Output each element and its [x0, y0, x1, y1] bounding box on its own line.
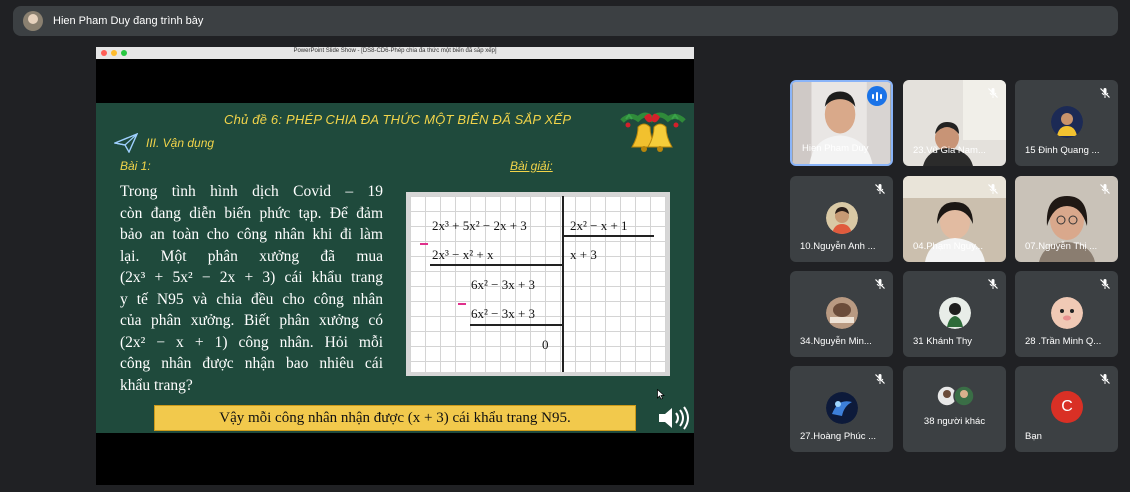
- participant-avatar: [939, 297, 971, 329]
- participant-avatar: [826, 297, 858, 329]
- paper-plane-icon: [114, 133, 138, 153]
- remainder-1: 6x² − 3x + 3: [471, 277, 536, 292]
- others-count: 38 người khác: [923, 416, 986, 427]
- mic-muted-icon: [988, 184, 998, 194]
- participant-name: 28 .Trần Minh Q...: [1025, 336, 1102, 347]
- speaking-indicator-icon: [867, 86, 887, 106]
- mic-muted-icon: [1100, 374, 1110, 384]
- slide: Chủ đề 6: PHÉP CHIA ĐA THỨC MỘT BIẾN ĐÃ …: [96, 103, 694, 433]
- dividend: 2x³ + 5x² − 2x + 3: [432, 218, 527, 233]
- solution-label: Bài giải:: [510, 159, 553, 173]
- lesson-title: Bài 1:: [120, 159, 151, 173]
- participant-tile[interactable]: 10.Nguyễn Anh ...: [790, 176, 893, 262]
- participant-name: 07.Nguyễn Thị ...: [1025, 241, 1098, 252]
- participant-tile[interactable]: 04.Phạm Nguy...: [903, 176, 1006, 262]
- participant-tile[interactable]: 27.Hoàng Phúc ...: [790, 366, 893, 452]
- participant-name: 04.Phạm Nguy...: [913, 241, 984, 252]
- participant-name: 27.Hoàng Phúc ...: [800, 431, 877, 442]
- mic-muted-icon: [1100, 184, 1110, 194]
- subtrahend-1: 2x³ − x² + x: [432, 247, 494, 262]
- remainder-final: 0: [542, 337, 549, 352]
- participant-name: Bạn: [1025, 431, 1042, 442]
- problem-line: (2x² − x + 1) công nhân. Hỏi mỗi: [120, 333, 383, 351]
- others-avatars: [936, 385, 975, 407]
- divisor-underline: [562, 235, 654, 237]
- mic-muted-icon: [875, 374, 885, 384]
- ppt-titlebar: PowerPoint Slide Show - [DS8-CD6-Phép ch…: [96, 47, 694, 59]
- window-title: PowerPoint Slide Show - [DS8-CD6-Phép ch…: [293, 48, 497, 54]
- participant-name: 10.Nguyễn Anh ...: [800, 241, 876, 252]
- mic-muted-icon: [875, 184, 885, 194]
- mic-muted-icon: [988, 279, 998, 289]
- participant-tile[interactable]: 07.Nguyễn Thị ...: [1015, 176, 1118, 262]
- problem-line: (2x³ + 5x² − 2x + 3) cái khẩu trang: [120, 269, 383, 286]
- self-avatar: C: [1051, 391, 1083, 423]
- subtrahend-2: 6x² − 3x + 3: [471, 306, 536, 321]
- problem-line: Trong tình hình dịch Covid – 19: [120, 183, 383, 200]
- presenter-avatar: [23, 11, 43, 31]
- participant-tile[interactable]: 34.Nguyễn Min...: [790, 271, 893, 357]
- participant-tile[interactable]: 31 Khánh Thy: [903, 271, 1006, 357]
- division-vertical-line: [562, 196, 564, 372]
- others-tile[interactable]: 38 người khác: [903, 366, 1006, 452]
- mic-muted-icon: [1100, 279, 1110, 289]
- long-division-board: 2x³ + 5x² − 2x + 3 2x² − x + 1 2x³ − x² …: [406, 192, 670, 376]
- christmas-bells-icon: [620, 112, 686, 152]
- mic-muted-icon: [1100, 88, 1110, 98]
- slide-heading: Chủ đề 6: PHÉP CHIA ĐA THỨC MỘT BIẾN ĐÃ …: [224, 112, 572, 127]
- presenter-label: Hien Pham Duy đang trình bày: [53, 15, 204, 27]
- problem-line: lại. Một phân xưởng đã mua: [120, 247, 383, 265]
- participant-name: 15 Đinh Quang ...: [1025, 145, 1100, 156]
- problem-line: của phân xưởng. Biết phân xưởng có: [120, 312, 383, 329]
- participant-tile[interactable]: 28 .Trần Minh Q...: [1015, 271, 1118, 357]
- problem-line: khẩu trang?: [120, 376, 193, 394]
- problem-line: còn đang diễn biến phức tạp. Để đảm: [120, 204, 383, 222]
- shared-screen[interactable]: PowerPoint Slide Show - [DS8-CD6-Phép ch…: [96, 47, 694, 485]
- problem-text: Trong tình hình dịch Covid – 19 còn đang…: [120, 181, 383, 396]
- problem-line: bảo an toàn cho công nhân khi đi làm: [120, 226, 383, 243]
- mouse-cursor-icon: [657, 389, 665, 400]
- answer-box: Vậy mỗi công nhân nhận được (x + 3) cái …: [154, 405, 636, 431]
- subtraction-line: [470, 324, 562, 326]
- participant-name: 34.Nguyễn Min...: [800, 336, 872, 347]
- slide-section-title: III. Vận dụng: [146, 136, 215, 150]
- participant-name: 31 Khánh Thy: [913, 336, 972, 347]
- speaker-icon[interactable]: [656, 403, 692, 433]
- participant-name: 23.Vũ Gia Nam...: [913, 145, 986, 156]
- self-tile[interactable]: C Bạn: [1015, 366, 1118, 452]
- mic-muted-icon: [875, 279, 885, 289]
- problem-line: công nhân được nhận bao nhiêu cái: [120, 355, 383, 372]
- presenter-bar: Hien Pham Duy đang trình bày: [13, 6, 1118, 36]
- participant-avatar: [1051, 297, 1083, 329]
- participant-tile[interactable]: Hien Pham Duy: [790, 80, 893, 166]
- participant-tile[interactable]: 23.Vũ Gia Nam...: [903, 80, 1006, 166]
- participant-tile[interactable]: 15 Đinh Quang ...: [1015, 80, 1118, 166]
- subtraction-line: [430, 264, 562, 266]
- participant-avatar: [826, 202, 858, 234]
- participant-avatar: [1051, 106, 1083, 138]
- problem-line: y tế N95 và chia đều cho công nhân: [120, 290, 383, 308]
- minus-sign: [458, 303, 466, 305]
- divisor: 2x² − x + 1: [570, 218, 628, 233]
- participant-avatar: [826, 392, 858, 424]
- quotient: x + 3: [570, 247, 597, 262]
- mic-muted-icon: [988, 88, 998, 98]
- participant-name: Hien Pham Duy: [802, 143, 869, 154]
- minus-sign: [420, 243, 428, 245]
